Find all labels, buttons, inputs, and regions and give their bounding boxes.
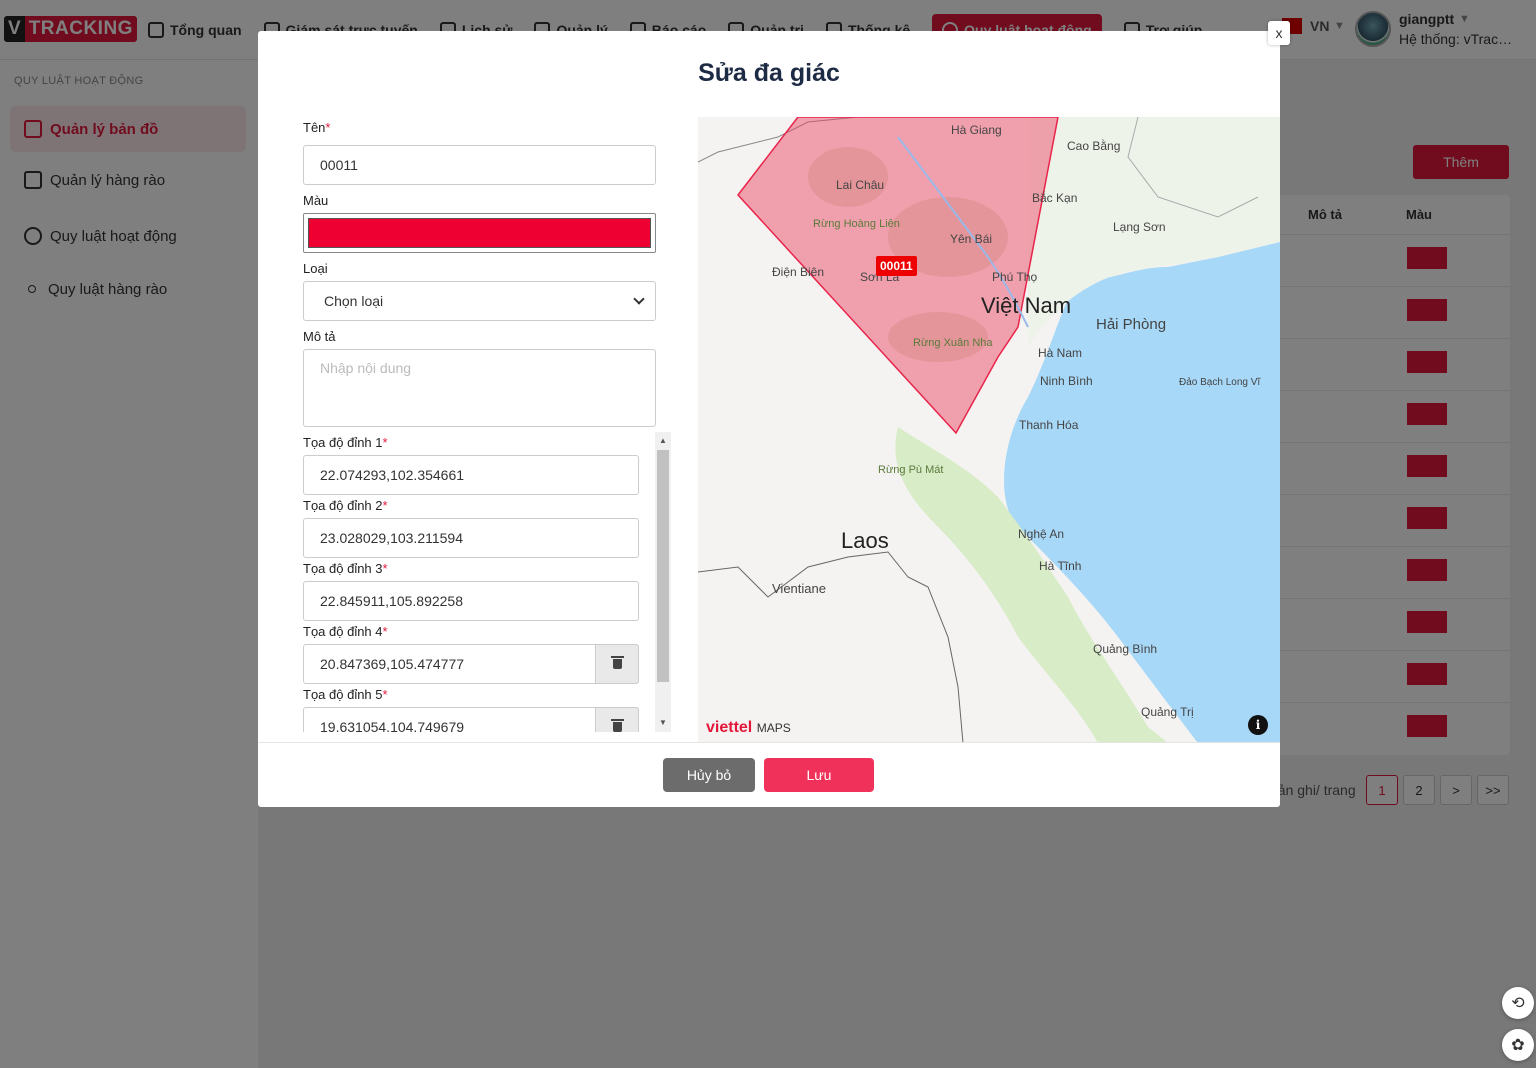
- type-select[interactable]: Chọn loại: [303, 281, 656, 321]
- coord-input-5[interactable]: 19.631054,104.749679: [303, 707, 639, 732]
- coordinate-list[interactable]: Tọa độ đỉnh 1* 22.074293,102.354661 Tọa …: [303, 432, 671, 732]
- viettel-maps-logo: viettel MAPS: [706, 719, 791, 736]
- coord-input-1[interactable]: 22.074293,102.354661: [303, 455, 639, 495]
- map-label: Ninh Bình: [1040, 374, 1093, 388]
- coord-label-2: Tọa độ đỉnh 2*: [303, 498, 388, 513]
- assistant-icon[interactable]: ✿: [1502, 1029, 1534, 1061]
- coord-input-4[interactable]: 20.847369,105.474777: [303, 644, 639, 684]
- polygon-map[interactable]: Hà Giang Cao Bằng Lai Châu Bắc Kạn Lạng …: [698, 117, 1280, 743]
- trash-icon: [610, 656, 624, 669]
- map-canvas[interactable]: [698, 117, 1280, 743]
- map-label: Bắc Kạn: [1032, 191, 1078, 205]
- map-label: Việt Nam: [981, 293, 1072, 318]
- delete-vertex-4-button[interactable]: [595, 644, 639, 684]
- name-label: Tên*: [303, 120, 331, 135]
- map-label: Rừng Hoàng Liên: [813, 218, 900, 230]
- save-button[interactable]: Lưu: [764, 758, 874, 792]
- coord-label-4: Tọa độ đỉnh 4*: [303, 624, 388, 639]
- map-label: Quảng Bình: [1093, 642, 1158, 656]
- chevron-down-icon: [633, 293, 645, 305]
- coord-input-2[interactable]: 23.028029,103.211594: [303, 518, 639, 558]
- coord-label-1: Tọa độ đỉnh 1*: [303, 435, 388, 450]
- map-label: Đảo Bạch Long Vĩ: [1179, 377, 1261, 388]
- trash-icon: [610, 719, 624, 732]
- map-label: Hà Giang: [951, 123, 1002, 137]
- coord-input-3[interactable]: 22.845911,105.892258: [303, 581, 639, 621]
- color-label: Màu: [303, 193, 329, 208]
- polygon-tag[interactable]: 00011: [876, 256, 917, 276]
- modal-footer-divider: [258, 742, 1280, 743]
- map-label: Điện Biên: [772, 265, 825, 279]
- map-label: Cao Bằng: [1067, 139, 1121, 153]
- map-label: Nghệ An: [1018, 527, 1065, 541]
- description-label: Mô tả: [303, 329, 336, 344]
- map-label: Rừng Pù Mát: [878, 464, 944, 476]
- scroll-up-icon[interactable]: ▲: [659, 436, 667, 445]
- map-label: Vientiane: [772, 581, 826, 596]
- map-label: Rừng Xuân Nha: [913, 337, 993, 349]
- map-label: Hải Phòng: [1096, 316, 1167, 333]
- scroll-thumb[interactable]: [657, 450, 669, 682]
- close-button[interactable]: x: [1268, 21, 1290, 45]
- description-textarea[interactable]: Nhập nội dung: [303, 349, 656, 427]
- map-label: Quảng Trị: [1141, 705, 1194, 719]
- coord-label-5: Tọa độ đỉnh 5*: [303, 687, 388, 702]
- map-label: Lai Châu: [836, 178, 885, 192]
- edit-polygon-modal: x Sửa đa giác Tên* 00011 Màu Loại Chọn l…: [258, 21, 1290, 807]
- name-input[interactable]: 00011: [303, 145, 656, 185]
- map-label: Hà Nam: [1038, 346, 1083, 360]
- map-label: Laos: [841, 528, 889, 553]
- map-label: Hà Tĩnh: [1039, 559, 1082, 573]
- scroll-down-icon[interactable]: ▼: [659, 718, 667, 727]
- map-label: Yên Bái: [950, 232, 993, 246]
- coordinate-scrollbar[interactable]: ▲ ▼: [655, 432, 671, 732]
- modal-title: Sửa đa giác: [698, 59, 840, 87]
- cancel-button[interactable]: Hủy bỏ: [663, 758, 755, 792]
- coord-label-3: Tọa độ đỉnh 3*: [303, 561, 388, 576]
- color-swatch: [308, 218, 651, 248]
- map-label: Lạng Sơn: [1113, 220, 1166, 234]
- info-icon[interactable]: i: [1248, 715, 1268, 735]
- map-label: Thanh Hóa: [1019, 418, 1079, 432]
- color-picker[interactable]: [303, 213, 656, 253]
- translate-icon[interactable]: ⟲: [1502, 987, 1534, 1019]
- type-label: Loại: [303, 261, 328, 276]
- delete-vertex-5-button[interactable]: [595, 707, 639, 732]
- map-label: Phú Thọ: [992, 270, 1038, 284]
